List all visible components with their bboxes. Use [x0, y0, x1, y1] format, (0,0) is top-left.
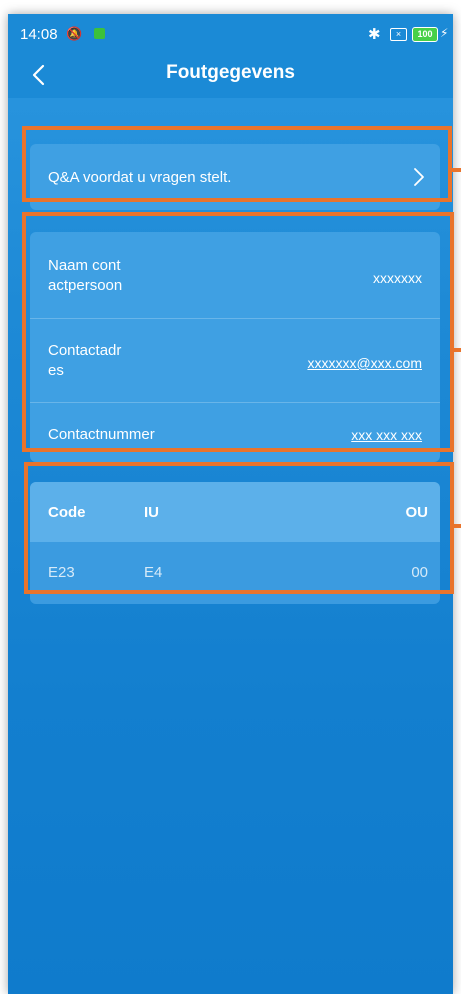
charging-icon: ⚡ [440, 26, 449, 40]
battery-icon: 100 [412, 27, 438, 42]
highlight-box-contact [22, 212, 454, 452]
notification-app-icon [94, 28, 105, 39]
bluetooth-icon: ✱ [368, 26, 381, 43]
no-sim-icon: × [390, 28, 407, 41]
highlight-pointer-contact [450, 348, 461, 352]
highlight-box-qa [22, 126, 452, 202]
muted-bell-icon: 🔕 [66, 26, 83, 41]
highlight-pointer-qa [448, 168, 461, 172]
highlight-pointer-table [450, 524, 461, 528]
page-title: Foutgegevens [166, 62, 295, 83]
top-bar: 14:08 🔕 ✱ × 100 ⚡ Foutgegevens [8, 14, 453, 98]
highlight-box-table [24, 462, 454, 594]
status-time: 14:08 [20, 26, 58, 43]
